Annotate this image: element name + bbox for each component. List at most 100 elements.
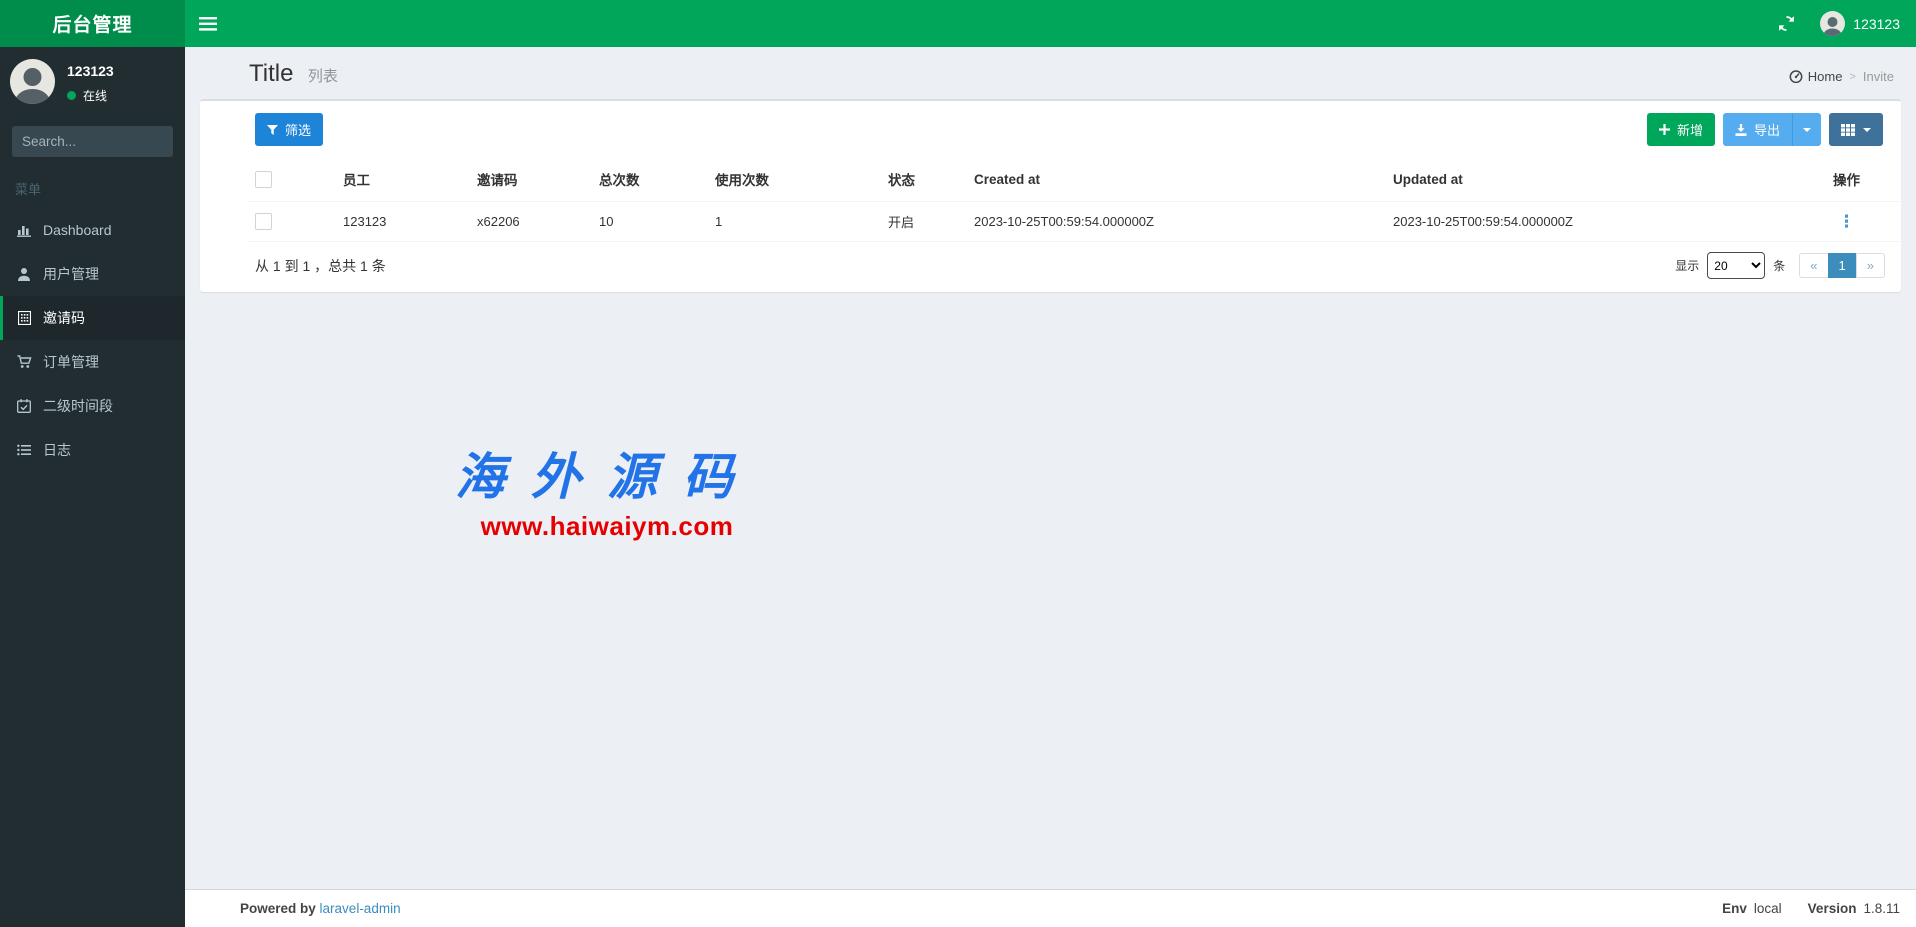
pagination: « 1 » [1799, 253, 1885, 278]
column-header-status: 状态 [880, 157, 966, 202]
grid-footer: 从 1 到 1 ，总共 1 条 显示 20 条 « 1 » [200, 242, 1901, 292]
row-actions-ellipsis-icon[interactable]: ⋮ [1838, 212, 1855, 231]
sidebar-item-time-periods[interactable]: 二级时间段 [0, 384, 185, 428]
user-icon [15, 267, 33, 281]
footer: Powered by laravel-admin Env local Versi… [185, 889, 1916, 927]
sidebar-item-orders[interactable]: 订单管理 [0, 340, 185, 384]
pagination-controls: 显示 20 条 « 1 » [1675, 252, 1885, 279]
topbar: 后台管理 123123 [0, 0, 1916, 47]
sidebar-item-label: 日志 [43, 442, 71, 458]
per-page-prefix-label: 显示 [1675, 259, 1700, 273]
sidebar-item-users[interactable]: 用户管理 [0, 252, 185, 296]
sidebar-item-label: Dashboard [43, 222, 112, 238]
site-watermark: 海外源码 www.haiwaiym.com [455, 437, 759, 542]
laravel-admin-link[interactable]: laravel-admin [320, 901, 401, 916]
avatar [10, 59, 55, 104]
navbar-right: 123123 [1766, 0, 1916, 47]
sidebar-item-label: 用户管理 [43, 266, 99, 282]
table-row: 123123 x62206 10 1 开启 2023-10-25T00:59:5… [247, 201, 1902, 242]
per-page-select[interactable]: 20 [1707, 252, 1766, 279]
sidebar-item-label: 邀请码 [43, 310, 85, 326]
cell-used: 1 [707, 201, 880, 242]
filter-icon [267, 124, 278, 135]
column-header-created: Created at [966, 157, 1385, 202]
caret-down-icon [1803, 127, 1811, 132]
export-button[interactable]: 导出 [1722, 113, 1792, 146]
version-label: Version [1807, 901, 1857, 916]
column-header-actions: 操作 [1791, 157, 1902, 202]
grid-table-wrap: 员工 邀请码 总次数 使用次数 状态 Created at Updated at… [200, 157, 1902, 242]
filter-button-label: 筛选 [285, 123, 312, 138]
breadcrumb-separator: > [1849, 70, 1856, 83]
filter-button[interactable]: 筛选 [255, 113, 324, 146]
grid-toolbar: 筛选 新增 导出 [200, 101, 1901, 157]
cell-updated: 2023-10-25T00:59:54.000000Z [1385, 201, 1791, 242]
sidebar-search [12, 126, 173, 157]
sidebar-item-label: 二级时间段 [43, 398, 113, 414]
cell-created: 2023-10-25T00:59:54.000000Z [966, 201, 1385, 242]
column-header-used: 使用次数 [707, 157, 880, 202]
grid-card: 筛选 新增 导出 员工 邀请码 总次数 使用次数 状态 Created at U… [200, 99, 1902, 292]
user-menu[interactable]: 123123 [1806, 0, 1916, 47]
breadcrumb-home-link[interactable]: Home [1789, 69, 1843, 84]
list-icon [15, 444, 33, 456]
sidebar-menu: Dashboard 用户管理 邀请码 订单管理 二级时间段 日志 [0, 208, 185, 472]
online-status-label: 在线 [83, 89, 108, 103]
select-all-checkbox[interactable] [255, 170, 272, 188]
column-header-code: 邀请码 [469, 157, 591, 202]
search-input[interactable] [12, 126, 173, 157]
create-button-label: 新增 [1676, 123, 1703, 138]
pagination-next-button[interactable]: » [1855, 253, 1885, 278]
breadcrumb-current: Invite [1862, 69, 1894, 84]
create-button[interactable]: 新增 [1646, 113, 1715, 146]
sidebar-user-panel: 123123 在线 [0, 47, 185, 116]
sidebar-user-status: 在线 [67, 87, 114, 104]
refresh-icon [1778, 16, 1794, 31]
online-dot-icon [67, 91, 76, 100]
cell-code: x62206 [469, 201, 591, 242]
qrcode-icon [15, 311, 33, 325]
sidebar-item-logs[interactable]: 日志 [0, 428, 185, 472]
plus-icon [1658, 124, 1670, 135]
toolbar-right: 新增 导出 [1646, 113, 1883, 146]
pagination-prev-button[interactable]: « [1799, 253, 1829, 278]
column-header-staff: 员工 [335, 157, 469, 202]
export-button-label: 导出 [1753, 123, 1780, 138]
table-grid-icon [1841, 123, 1855, 136]
dashboard-gauge-icon [1789, 70, 1803, 83]
sidebar-toggle-button[interactable] [185, 0, 231, 47]
cell-staff: 123123 [335, 201, 469, 242]
version-value: 1.8.11 [1863, 901, 1900, 916]
row-checkbox[interactable] [255, 213, 272, 231]
footer-meta: Env local Version 1.8.11 [1722, 901, 1900, 916]
refresh-button[interactable] [1766, 0, 1806, 47]
env-value: local [1753, 901, 1782, 916]
per-page-suffix-label: 条 [1773, 259, 1786, 273]
cell-status: 开启 [880, 201, 966, 242]
shopping-cart-icon [15, 355, 33, 369]
breadcrumb-home-label: Home [1807, 69, 1843, 84]
calendar-check-icon [15, 399, 33, 413]
column-selector-button[interactable] [1829, 113, 1883, 146]
sidebar-user-info: 123123 在线 [67, 59, 114, 104]
app-logo[interactable]: 后台管理 [0, 0, 185, 47]
watermark-title: 海外源码 [455, 447, 759, 506]
cell-total: 10 [591, 201, 707, 242]
username-label: 123123 [1853, 15, 1900, 32]
env-label: Env [1722, 901, 1747, 916]
caret-down-icon [1863, 127, 1871, 132]
sidebar-user-name: 123123 [67, 63, 114, 79]
grid-table: 员工 邀请码 总次数 使用次数 状态 Created at Updated at… [247, 157, 1902, 242]
avatar [1820, 11, 1846, 36]
navbar: 123123 [185, 0, 1916, 47]
breadcrumb: Home > Invite [1789, 69, 1894, 84]
column-header-total: 总次数 [591, 157, 707, 202]
hamburger-icon [199, 16, 217, 31]
pagination-page-1[interactable]: 1 [1827, 253, 1857, 278]
sidebar-item-invite-codes[interactable]: 邀请码 [0, 296, 185, 340]
sidebar-item-dashboard[interactable]: Dashboard [0, 208, 185, 252]
export-dropdown-button[interactable] [1792, 113, 1821, 146]
sidebar-item-label: 订单管理 [43, 354, 99, 370]
content-header: Title 列表 Home > Invite [185, 47, 1916, 99]
page-title: Title [249, 60, 294, 87]
